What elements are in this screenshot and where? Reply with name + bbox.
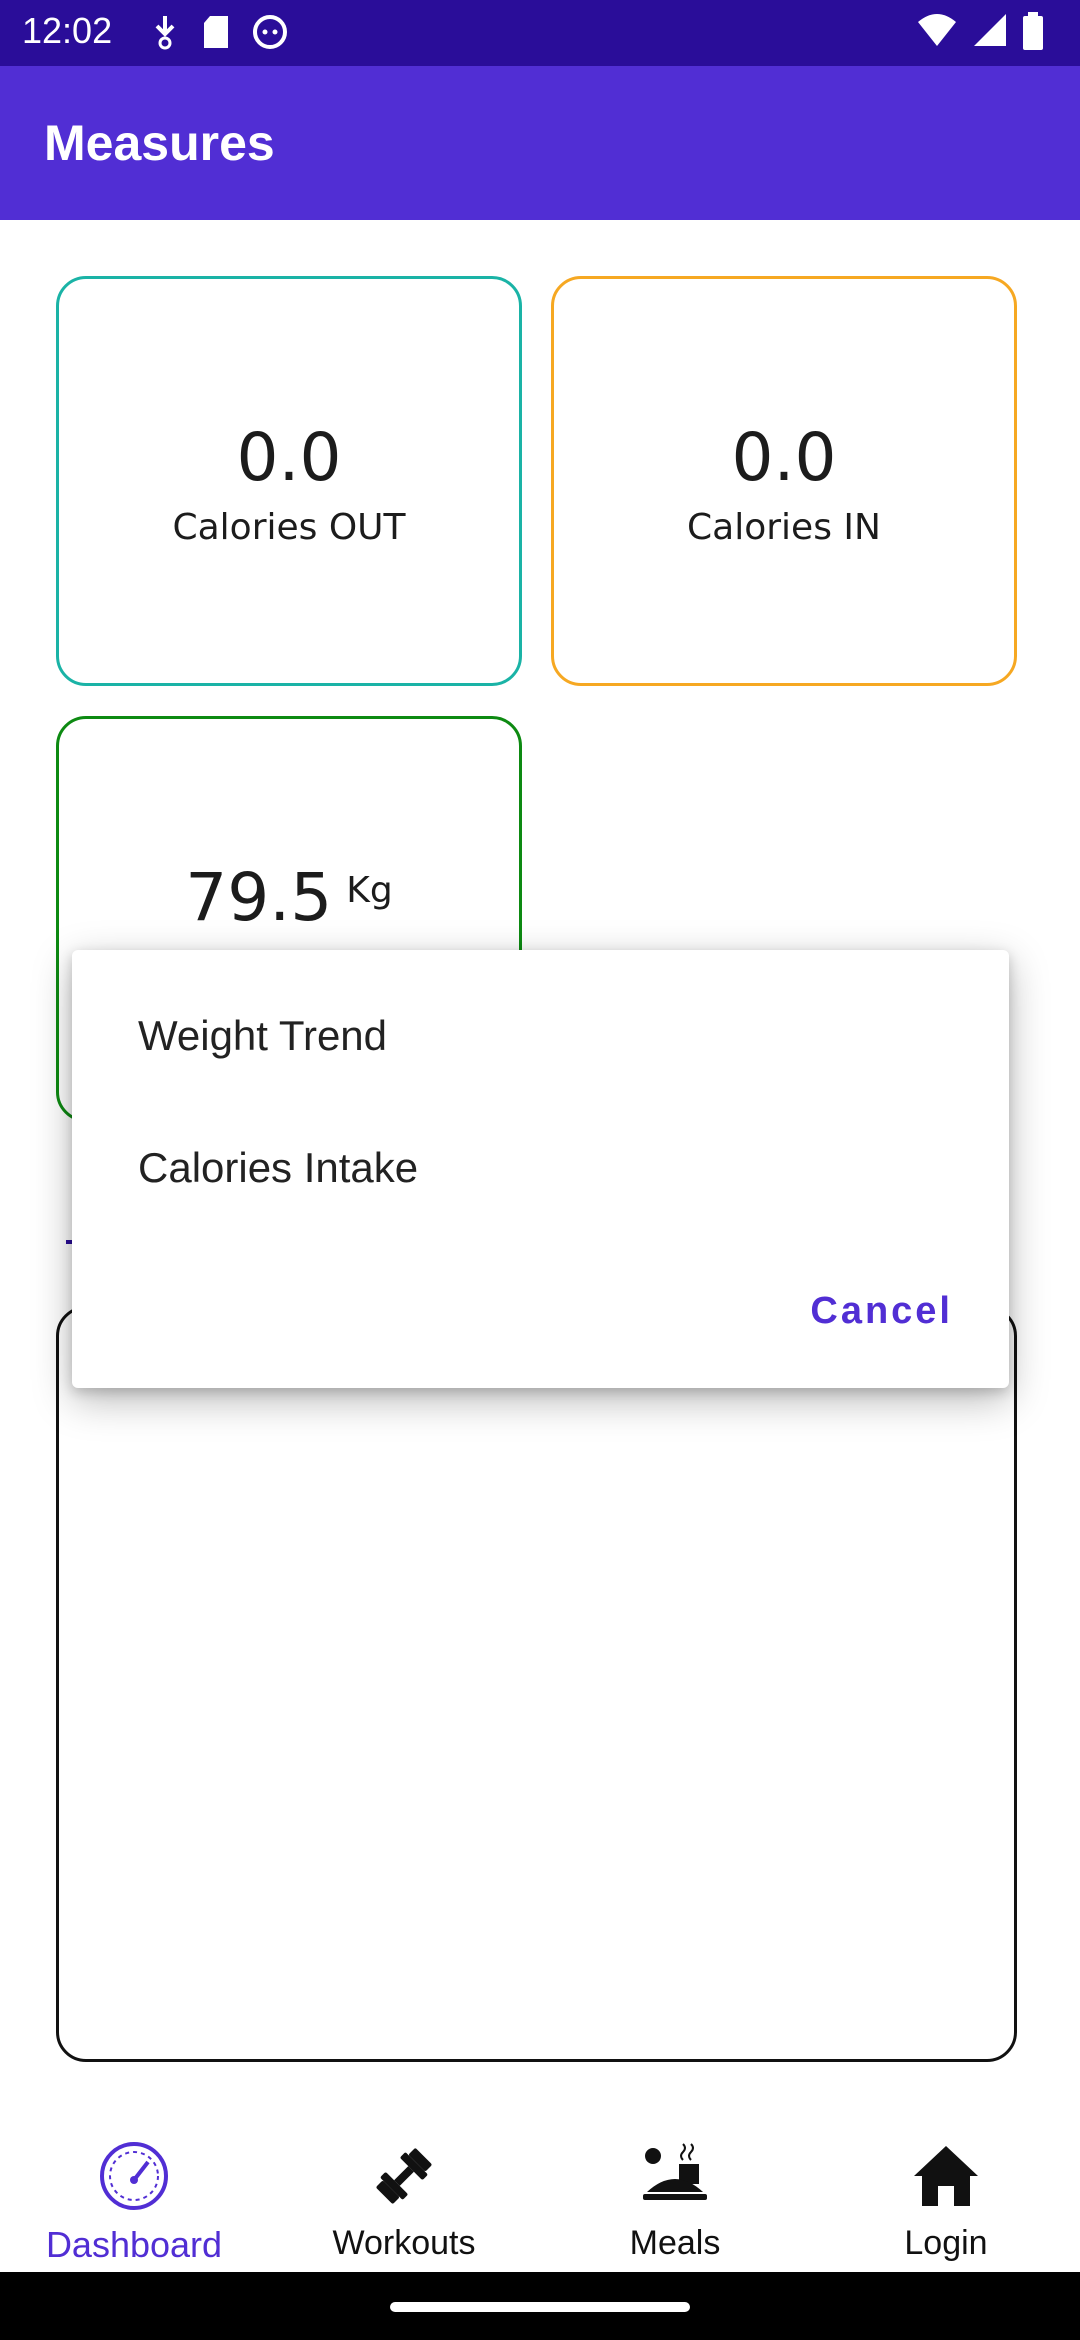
status-time: 12:02 <box>22 10 113 51</box>
dumbbell-icon <box>376 2148 432 2204</box>
nav-item-meals[interactable]: Meals <box>575 2136 775 2263</box>
weight-value-line: 79.5 Kg <box>59 859 519 936</box>
nav-item-workouts[interactable]: Workouts <box>304 2136 504 2263</box>
chart-panel <box>56 1306 1017 2062</box>
nav-item-login[interactable]: Login <box>846 2136 1046 2263</box>
wifi-icon <box>918 14 956 46</box>
download-icon <box>155 16 175 50</box>
weight-value: 79.5 <box>185 859 333 936</box>
cat-app-icon <box>253 15 287 49</box>
cancel-button[interactable]: Cancel <box>810 1290 953 1333</box>
nav-item-dashboard[interactable]: Dashboard <box>34 2136 234 2266</box>
sd-card-icon <box>204 16 228 48</box>
home-gesture-bar[interactable] <box>390 2302 690 2312</box>
meal-icon <box>643 2143 707 2200</box>
battery-icon <box>1023 12 1043 50</box>
nav-label-dashboard: Dashboard <box>45 2224 223 2265</box>
home-icon <box>914 2146 978 2206</box>
gesture-area <box>0 2272 1080 2340</box>
status-icons-left <box>150 14 288 50</box>
status-bar: 12:02 <box>0 0 1080 66</box>
nav-label-meals: Meals <box>629 2224 721 2262</box>
calories-in-label: Calories IN <box>687 507 881 548</box>
weight-unit: Kg <box>346 870 393 911</box>
calories-out-value: 0.0 <box>236 419 342 496</box>
nav-label-login: Login <box>904 2224 988 2262</box>
chart-type-dialog: Weight Trend Calories Intake Cancel <box>72 950 1009 1388</box>
page-title: Measures <box>44 115 275 171</box>
calories-out-card[interactable]: 0.0 Calories OUT <box>56 276 522 686</box>
signal-icon <box>974 14 1006 46</box>
app-bar: Measures <box>0 66 1080 220</box>
dashboard-icon <box>100 2142 168 2210</box>
calories-in-value: 0.0 <box>731 419 837 496</box>
calories-out-label: Calories OUT <box>172 507 406 548</box>
calories-in-card[interactable]: 0.0 Calories IN <box>551 276 1017 686</box>
nav-label-workouts: Workouts <box>332 2224 476 2262</box>
weight-trend-option[interactable]: Weight Trend <box>138 1012 387 1060</box>
status-icons-right <box>916 12 1044 50</box>
calories-intake-option[interactable]: Calories Intake <box>138 1144 418 1192</box>
bottom-nav: Dashboard Workouts Meals Login <box>0 2100 1080 2272</box>
